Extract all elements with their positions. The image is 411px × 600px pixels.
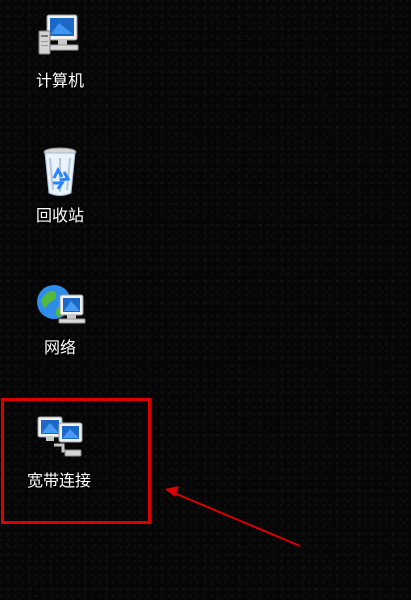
network-icon (31, 277, 89, 335)
desktop-icon-network[interactable]: 网络 (12, 277, 108, 359)
desktop-icon-computer[interactable]: 计算机 (12, 10, 108, 92)
desktop-background: 计算机 回收站 网络 宽带连接 (0, 0, 411, 600)
annotation-highlight-box (1, 398, 151, 524)
desktop-icon-recycle-bin[interactable]: 回收站 (12, 145, 108, 227)
computer-icon (31, 10, 89, 68)
desktop-icon-label: 网络 (43, 338, 76, 357)
desktop-icon-label: 回收站 (35, 206, 84, 225)
desktop-icon-label: 计算机 (35, 71, 84, 90)
recycle-bin-icon (31, 145, 89, 203)
